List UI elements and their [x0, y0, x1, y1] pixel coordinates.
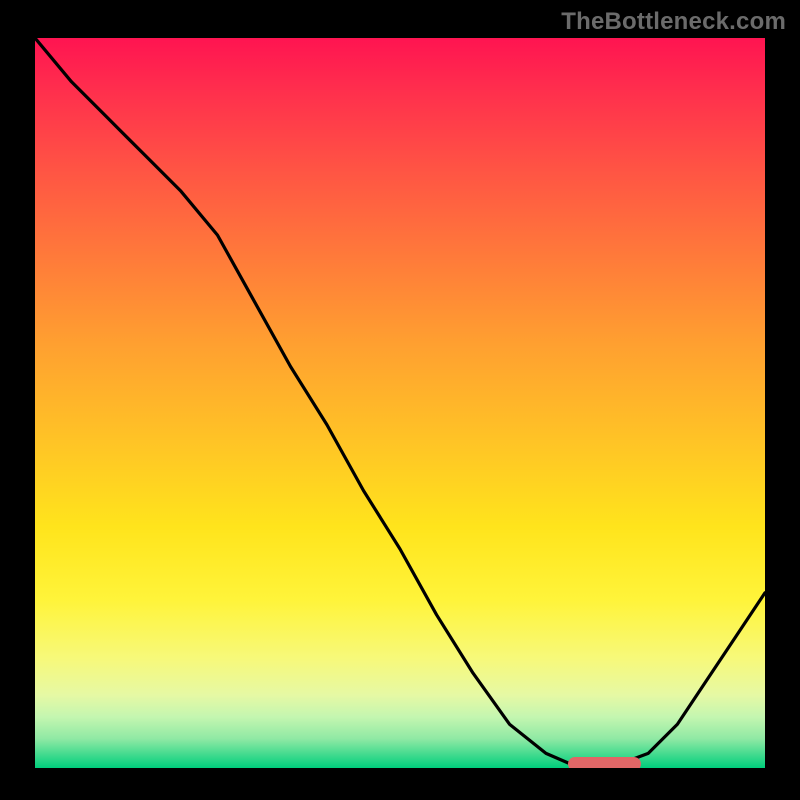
plot-area — [35, 38, 765, 768]
chart-container: TheBottleneck.com — [0, 0, 800, 800]
watermark-text: TheBottleneck.com — [561, 8, 786, 36]
curve-path — [35, 38, 765, 764]
bottleneck-curve — [35, 38, 765, 768]
optimal-range-marker — [568, 757, 641, 768]
